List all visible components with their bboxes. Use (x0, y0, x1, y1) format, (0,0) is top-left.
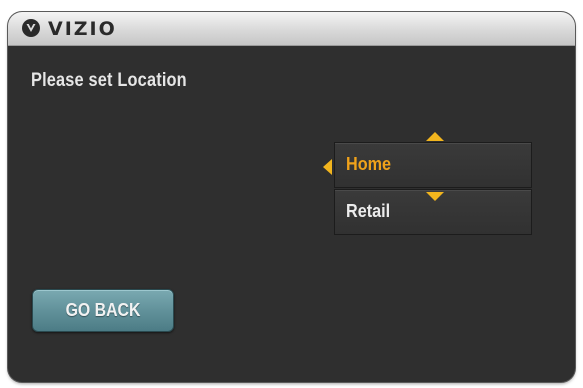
title-bar: VIZIO (8, 12, 575, 46)
brand-logo: VIZIO (48, 18, 117, 40)
option-label: Home (346, 154, 392, 174)
location-prompt: Please set Location (31, 70, 187, 91)
arrow-down-icon[interactable] (425, 191, 445, 202)
option-home[interactable]: Home (334, 142, 532, 188)
arrow-left-icon[interactable] (322, 158, 333, 176)
go-back-label: GO BACK (65, 300, 141, 320)
location-options: Home Retail (334, 142, 532, 235)
option-label: Retail (346, 201, 391, 221)
go-back-button[interactable]: GO BACK (32, 289, 174, 332)
arrow-up-icon[interactable] (425, 131, 445, 142)
settings-dialog: VIZIO Please set Location Home Retail GO… (8, 12, 575, 382)
vizio-v-logo-icon (22, 19, 40, 37)
